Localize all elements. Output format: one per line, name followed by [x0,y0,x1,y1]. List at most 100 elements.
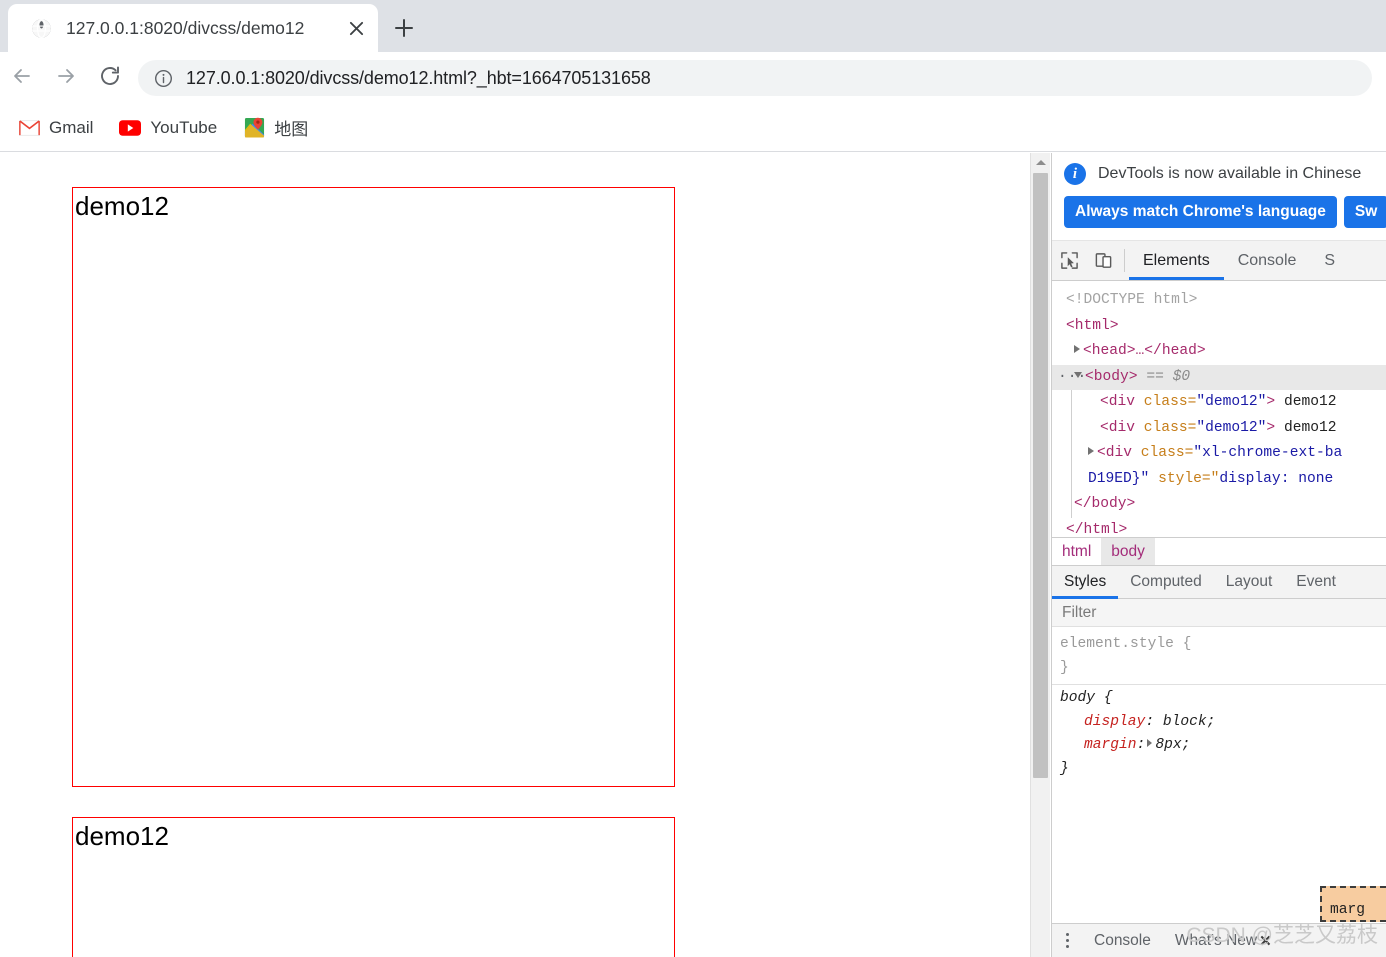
forward-button[interactable] [44,56,88,100]
dom-node-attr: class [1143,419,1188,436]
dom-node-div-1[interactable]: <div class="demo12"> demo12 [1052,390,1386,416]
style-rule-element-style[interactable]: element.style { } [1052,631,1386,685]
chevron-right-icon[interactable] [1088,447,1094,455]
scrollbar-thumb[interactable] [1033,173,1048,778]
inspect-cursor-icon[interactable] [1052,241,1086,280]
dom-node-attr-value: "demo12" [1196,394,1267,410]
devtools-language-infobar: i DevTools is now available in Chinese A… [1052,153,1386,241]
info-circle-icon[interactable] [152,67,174,89]
switch-language-button[interactable]: Sw [1343,196,1386,228]
more-vertical-icon[interactable] [1052,924,1082,957]
address-bar-url: 127.0.0.1:8020/divcss/demo12.html?_hbt=1… [186,67,651,88]
style-prop-name[interactable]: margin [1060,737,1137,753]
dom-node-doctype[interactable]: <!DOCTYPE html> [1052,288,1386,314]
close-icon[interactable] [344,16,368,40]
dom-node-tag: <div [1100,394,1136,410]
tab-strip: 127.0.0.1:8020/divcss/demo12 [0,0,1386,52]
tab-event-listeners[interactable]: Event [1284,566,1348,598]
dom-node-text: <head>…</head> [1083,343,1206,359]
drawer-tab-whats-new[interactable]: What's New ✕ [1163,924,1284,957]
styles-filter-placeholder: Filter [1062,603,1097,621]
dom-node-text: </html> [1066,521,1128,538]
browser-window: 127.0.0.1:8020/divcss/demo12 127.0.0.1:8… [0,0,1386,957]
drawer-tab-console[interactable]: Console [1082,924,1163,957]
bookmark-label: 地图 [274,120,309,139]
bookmark-label: YouTube [150,117,218,137]
style-rule-body[interactable]: body { display: block; margin: 8px; } [1052,685,1386,785]
more-horizontal-icon[interactable]: ··· [1058,365,1087,391]
tab-layout[interactable]: Layout [1214,566,1285,598]
gmail-icon [18,117,40,139]
browser-tab[interactable]: 127.0.0.1:8020/divcss/demo12 [8,4,378,52]
dom-node-attr: class [1143,394,1188,410]
dom-node-tag: <div [1100,419,1136,436]
styles-tabbar: Styles Computed Layout Event [1052,565,1386,599]
tab-computed[interactable]: Computed [1118,566,1214,598]
dom-node-bracket: > [1266,419,1276,436]
devtools-drawer: Console What's New ✕ [1052,923,1386,957]
devtools-panel: i DevTools is now available in Chinese A… [1051,153,1386,957]
dom-node-body-open[interactable]: ··· <body> == $0 [1052,364,1386,391]
dom-node-text: demo12 [1283,419,1337,436]
always-match-language-button[interactable]: Always match Chrome's language [1064,196,1337,228]
breadcrumb-item-body[interactable]: body [1101,538,1155,565]
bookmark-maps[interactable]: 地图 [243,115,308,140]
tab-sources[interactable]: S [1310,241,1349,280]
address-bar[interactable]: 127.0.0.1:8020/divcss/demo12.html?_hbt=1… [138,60,1372,96]
tab-elements[interactable]: Elements [1129,241,1224,280]
dom-node-text: <html> [1066,317,1119,334]
bookmark-youtube[interactable]: YouTube [119,117,217,139]
page-viewport: demo12 demo12 [0,153,1030,957]
bookmark-gmail[interactable]: Gmail [18,117,93,139]
style-rule-selector: body [1060,690,1096,706]
dom-node-head[interactable]: <head>…</head> [1052,339,1386,365]
dom-node-attr: class [1140,445,1185,461]
dom-node-attr: style [1158,470,1202,487]
toolbar-divider [1124,249,1125,272]
page-scrollbar[interactable] [1030,153,1050,957]
dom-node-html-close[interactable]: </html> [1052,518,1386,538]
device-toolbar-icon[interactable] [1086,241,1120,280]
style-rule-selector: element.style [1060,636,1174,652]
demo-box-label: demo12 [75,821,169,851]
caret-up-icon[interactable] [1031,153,1050,171]
styles-filter-input[interactable]: Filter [1052,599,1386,627]
dom-node-selection-marker: == $0 [1146,368,1191,385]
chevron-right-icon[interactable] [1074,345,1080,353]
reload-button[interactable] [88,56,132,100]
drawer-tab-label: What's New [1174,931,1258,949]
bookmark-label: Gmail [49,117,94,137]
globe-icon [30,17,52,39]
bookmarks-bar: Gmail YouTube 地图 [0,104,1386,152]
dom-node-body-close[interactable]: </body> [1052,492,1386,518]
dom-node-tag: <div [1097,445,1133,461]
tab-styles[interactable]: Styles [1052,566,1119,599]
dom-node-bracket: > [1266,394,1276,410]
dom-node-div-ext[interactable]: <div class="xl-chrome-ext-ba [1052,441,1386,467]
demo-box: demo12 [72,187,675,787]
google-maps-icon [243,117,265,139]
dom-node-div-ext-cont[interactable]: D19ED}" style="display: none [1052,467,1386,493]
breadcrumb-item-html[interactable]: html [1052,538,1101,565]
style-prop-value[interactable]: 8px; [1155,737,1190,753]
youtube-icon [119,117,142,139]
box-model-margin-region[interactable]: marg [1320,886,1386,922]
dom-node-attr-value: "xl-chrome-ext-ba [1193,445,1343,461]
dom-node-attr-value: "demo12" [1196,419,1267,436]
dom-node-div-2[interactable]: <div class="demo12"> demo12 [1052,416,1386,442]
new-tab-button[interactable] [386,12,422,44]
dom-node-attr-value2: display: none [1219,470,1334,487]
style-prop-name[interactable]: display [1060,714,1145,730]
dom-node-html-open[interactable]: <html> [1052,314,1386,340]
info-circle-icon: i [1064,163,1086,185]
dom-node-tag: <body> [1085,368,1138,385]
reload-icon [98,64,122,93]
style-prop-value[interactable]: block; [1163,714,1216,730]
infobar-message: DevTools is now available in Chinese [1098,165,1362,182]
arrow-left-icon [10,64,34,93]
tab-console[interactable]: Console [1224,241,1311,280]
back-button[interactable] [0,56,44,100]
demo-box: demo12 [72,817,675,957]
close-icon[interactable]: ✕ [1259,932,1272,950]
chevron-right-icon[interactable] [1147,739,1153,747]
